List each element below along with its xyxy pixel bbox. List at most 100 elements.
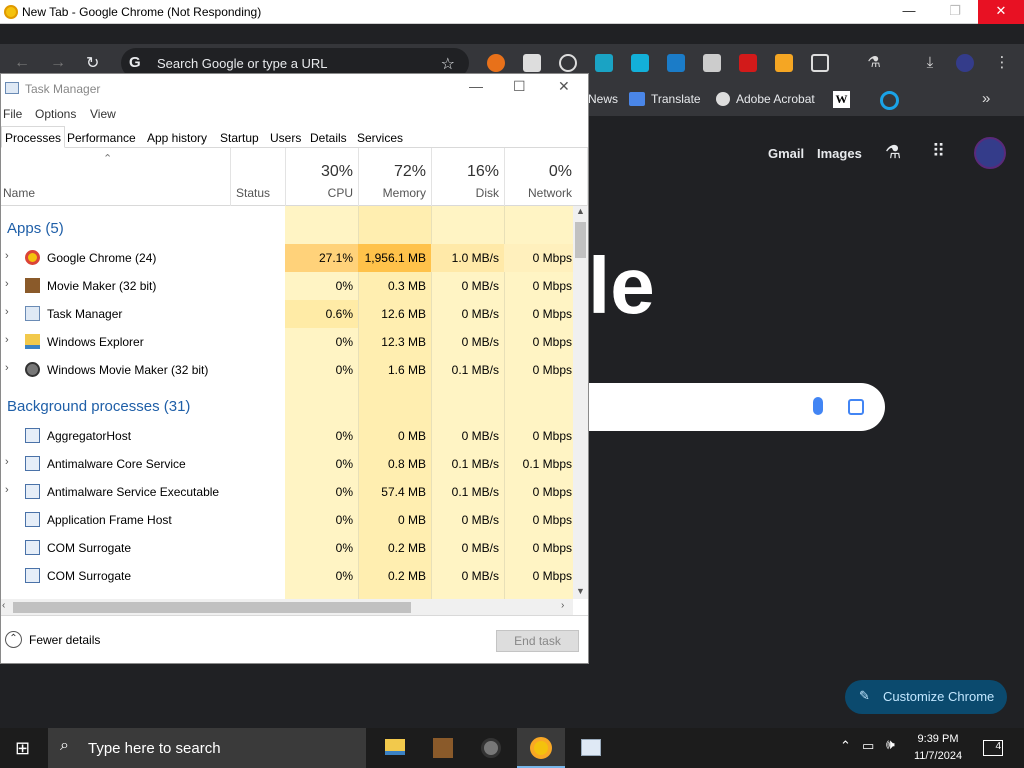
gmail-link[interactable]: Gmail — [768, 146, 804, 161]
bookmark-adobe-acrobat[interactable]: Adobe Acrobat — [736, 92, 815, 106]
start-windows-icon[interactable]: ⊞ — [15, 739, 33, 757]
tab-performance[interactable]: Performance — [64, 129, 139, 148]
scroll-right-icon[interactable]: › — [561, 600, 564, 611]
images-link[interactable]: Images — [817, 146, 862, 161]
table-row[interactable]: › Task Manager 0.6% 12.6 MB 0 MB/s 0 Mbp… — [1, 300, 573, 328]
mic-icon[interactable] — [813, 397, 823, 415]
google-search-box[interactable] — [560, 383, 885, 431]
scroll-left-icon[interactable]: ‹ — [2, 600, 5, 611]
taskbar-file-explorer[interactable] — [371, 728, 419, 768]
table-row[interactable]: › Antimalware Service Executable 0% 57.4… — [1, 478, 573, 506]
scroll-up-icon[interactable]: ▲ — [576, 206, 585, 216]
expand-chevron-icon[interactable]: › — [5, 250, 9, 262]
table-row[interactable]: COM Surrogate 0% 0.2 MB 0 MB/s 0 Mbps — [1, 562, 573, 590]
wikipedia-icon[interactable]: W — [833, 91, 850, 108]
extension-icon[interactable] — [667, 54, 685, 72]
col-memory[interactable]: Memory — [358, 186, 426, 200]
expand-chevron-icon[interactable]: › — [5, 362, 9, 374]
taskbar-chrome[interactable] — [517, 728, 565, 768]
vertical-scrollbar[interactable]: ▲ ▼ — [573, 206, 588, 599]
bookmark-news[interactable]: News — [588, 92, 618, 106]
acrobat-icon[interactable] — [739, 54, 757, 72]
expand-chevron-icon[interactable]: › — [5, 306, 9, 318]
extension-icon[interactable] — [487, 54, 505, 72]
fewer-details-link[interactable]: Fewer details — [29, 633, 100, 647]
taskbar-search-box[interactable]: ⌕ Type here to search — [48, 728, 366, 768]
horizontal-scrollbar[interactable]: ‹ › — [1, 599, 573, 615]
menu-dots-icon[interactable]: ⋮ — [993, 54, 1011, 72]
table-row[interactable]: › Movie Maker (32 bit) 0% 0.3 MB 0 MB/s … — [1, 272, 573, 300]
task-manager-icon — [25, 306, 40, 321]
tab-strip[interactable] — [0, 24, 1024, 44]
end-task-button[interactable]: End task — [496, 630, 579, 652]
scroll-thumb[interactable] — [13, 602, 411, 613]
network-icon[interactable]: ▭ — [862, 738, 874, 754]
back-icon[interactable]: ← — [14, 54, 30, 72]
bookmark-translate[interactable]: Translate — [651, 92, 701, 106]
menu-options[interactable]: Options — [35, 107, 76, 121]
profile-avatar[interactable] — [956, 54, 974, 72]
tm-minimize-button[interactable]: — — [469, 78, 483, 94]
tm-close-button[interactable]: ✕ — [558, 78, 570, 95]
taskbar-task-manager[interactable] — [567, 728, 615, 768]
bookmarks-overflow-icon[interactable]: » — [982, 90, 990, 107]
puzzle-icon[interactable] — [811, 54, 829, 72]
flask-icon[interactable]: ⚗ — [865, 54, 883, 72]
volume-icon[interactable]: 🕪 — [886, 736, 895, 753]
table-row[interactable]: › Windows Explorer 0% 12.3 MB 0 MB/s 0 M… — [1, 328, 573, 356]
expand-chevron-icon[interactable]: › — [5, 334, 9, 346]
maximize-button[interactable]: ❐ — [932, 0, 978, 24]
tab-details[interactable]: Details — [307, 129, 350, 148]
tab-processes[interactable]: Processes — [1, 126, 66, 148]
expand-chevron-icon[interactable]: › — [5, 484, 9, 496]
customize-chrome-button[interactable]: ✎ Customize Chrome — [845, 680, 1007, 714]
tab-startup[interactable]: Startup — [217, 129, 262, 148]
customize-label: Customize Chrome — [883, 689, 995, 704]
table-row[interactable]: Application Frame Host 0% 0 MB 0 MB/s 0 … — [1, 506, 573, 534]
tray-chevron-icon[interactable]: ⌃ — [840, 738, 851, 754]
scroll-thumb[interactable] — [575, 222, 586, 258]
taskbar-clock[interactable]: 9:39 PM 11/7/2024 — [908, 731, 968, 765]
collapse-icon[interactable]: ⌃ — [5, 631, 22, 648]
col-status[interactable]: Status — [236, 186, 270, 200]
extension-icon[interactable] — [703, 54, 721, 72]
menu-view[interactable]: View — [90, 107, 116, 121]
cpu-value: 0% — [335, 363, 353, 377]
tm-maximize-button[interactable]: ☐ — [513, 78, 526, 95]
tab-services[interactable]: Services — [354, 129, 406, 148]
tab-users[interactable]: Users — [267, 129, 304, 148]
download-icon[interactable]: ⤓ — [921, 54, 939, 72]
expand-chevron-icon[interactable]: › — [5, 456, 9, 468]
reload-icon[interactable]: ↻ — [86, 53, 99, 73]
minimize-button[interactable]: — — [886, 0, 932, 24]
bookmark-star-icon[interactable]: ☆ — [441, 54, 455, 74]
extension-icon[interactable] — [631, 54, 649, 72]
expand-chevron-icon[interactable]: › — [5, 278, 9, 290]
taskbar-movie-maker[interactable] — [419, 728, 467, 768]
col-disk[interactable]: Disk — [431, 186, 499, 200]
extension-icon[interactable] — [559, 54, 577, 72]
lens-icon[interactable] — [848, 399, 864, 415]
tab-app-history[interactable]: App history — [144, 129, 210, 148]
col-network[interactable]: Network — [504, 186, 572, 200]
extension-icon[interactable] — [775, 54, 793, 72]
col-cpu[interactable]: CPU — [285, 186, 353, 200]
table-row[interactable]: › Windows Movie Maker (32 bit) 0% 1.6 MB… — [1, 356, 573, 384]
profile-avatar[interactable] — [974, 137, 1006, 169]
cortana-icon[interactable] — [880, 91, 899, 110]
menu-file[interactable]: File — [3, 107, 22, 121]
extension-icon[interactable] — [523, 54, 541, 72]
labs-icon[interactable]: ⚗ — [885, 142, 901, 163]
close-button[interactable]: ✕ — [978, 0, 1024, 24]
scroll-down-icon[interactable]: ▼ — [576, 586, 585, 596]
table-row[interactable]: AggregatorHost 0% 0 MB 0 MB/s 0 Mbps — [1, 422, 573, 450]
extension-icon[interactable] — [595, 54, 613, 72]
table-row[interactable]: › Antimalware Core Service 0% 0.8 MB 0.1… — [1, 450, 573, 478]
forward-icon[interactable]: → — [50, 54, 66, 72]
col-name[interactable]: Name — [3, 186, 35, 200]
taskbar-windows-movie-maker[interactable] — [467, 728, 515, 768]
apps-grid-icon[interactable]: ⠿ — [932, 141, 945, 162]
table-row[interactable]: › Google Chrome (24) 27.1% 1,956.1 MB 1.… — [1, 244, 573, 272]
table-row[interactable]: COM Surrogate 0% 0.2 MB 0 MB/s 0 Mbps — [1, 534, 573, 562]
notification-icon[interactable]: 4 — [983, 740, 1003, 756]
